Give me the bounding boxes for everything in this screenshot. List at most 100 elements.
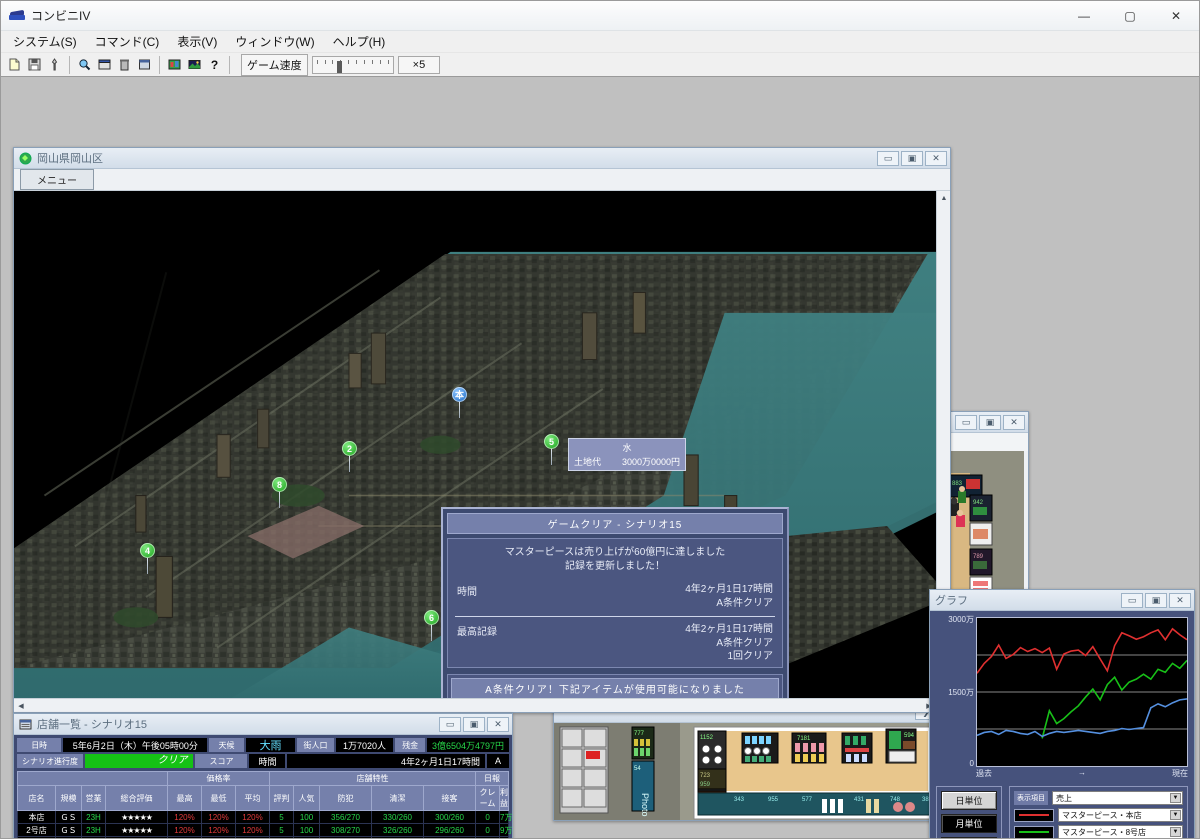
menu-help[interactable]: ヘルプ(H) (325, 30, 394, 53)
graph-close-button[interactable]: ✕ (1169, 592, 1191, 608)
game-speed-slider[interactable] (311, 55, 394, 74)
maximize-button[interactable]: ▢ (1107, 1, 1153, 31)
menu-window[interactable]: ウィンドウ(W) (227, 30, 322, 53)
table-cell: 23H (81, 823, 106, 837)
col-profit[interactable]: 利益 (499, 785, 509, 811)
store-view-window-a[interactable]: ▭ ▣ ✕ 883 942 789 (947, 411, 1029, 607)
trash-icon[interactable] (115, 55, 134, 74)
map-close-button[interactable]: ✕ (925, 150, 947, 166)
window-icon[interactable] (135, 55, 154, 74)
close-button[interactable]: ✕ (1153, 1, 1199, 31)
minimize-button[interactable]: — (1061, 1, 1107, 31)
list-minimize-button[interactable]: ▭ (439, 716, 461, 732)
store-b-interior: 777 54 Photo 1152 723 959 7181 594 343 9… (554, 723, 940, 820)
unit-button-year[interactable]: 年単位 (941, 837, 997, 838)
list-titlebar[interactable]: 店舗一覧 - シナリオ15 ▭ ▣ ✕ (14, 714, 512, 735)
graph-minimize-button[interactable]: ▭ (1121, 592, 1143, 608)
map-pin-stem-honten (459, 402, 460, 418)
series-select-2[interactable]: マスターピース・8号店 ▼ (1058, 825, 1183, 838)
col-rating[interactable]: 総合評価 (105, 785, 168, 811)
graph-maximize-button[interactable]: ▣ (1145, 592, 1167, 608)
store-a-maximize-button[interactable]: ▣ (979, 414, 1001, 430)
help-icon[interactable]: ? (205, 55, 224, 74)
graph-window[interactable]: グラフ ▭ ▣ ✕ 3000万 1500万 0 過去 → 現在 日単位 月単位 … (929, 589, 1195, 838)
table-row[interactable]: 2号店 ＧＳ 23H ★★★★★ 120% 120% 120% 5 100 308/270 326/… (17, 823, 512, 837)
table-cell: 0 (475, 823, 501, 837)
table-row[interactable]: 3号店ＧＳ23H★★★★★120%120%120%5100302/270299/… (17, 836, 509, 838)
unit-button-day[interactable]: 日単位 (941, 791, 997, 810)
game-clear-dialog[interactable]: ゲームクリア - シナリオ15 マスターピースは売り上げが60億円に達しました … (441, 507, 789, 712)
menu-system[interactable]: システム(S) (5, 30, 85, 53)
store-a-titlebar[interactable]: ▭ ▣ ✕ (948, 412, 1028, 433)
map-window[interactable]: 岡山県岡山区 ▭ ▣ ✕ メニュー 水 土地代 3000万0000円 本 2 8… (13, 147, 951, 713)
map-minimize-button[interactable]: ▭ (877, 150, 899, 166)
map-titlebar[interactable]: 岡山県岡山区 ▭ ▣ ✕ (14, 148, 950, 169)
tooltip-value: 3000万0000円 (621, 457, 680, 467)
series-select-1[interactable]: マスターピース・本店 ▼ (1058, 808, 1183, 822)
map-pin-honten[interactable]: 本 (452, 387, 467, 402)
dialog-best-row: 最高記録 4年2ヶ月1日17時間 A条件クリア 1回クリア (451, 623, 779, 664)
map-pin-2[interactable]: 2 (342, 441, 357, 456)
col-claims[interactable]: クレーム (475, 785, 501, 811)
table-row[interactable]: 本店 ＧＳ 23H ★★★★★ 120% 120% 120% 5 100 356/270 330/2… (17, 810, 512, 824)
store-view-window-b[interactable]: ❯ 777 (553, 701, 941, 821)
col-size[interactable]: 規模 (55, 785, 82, 811)
tool-icon[interactable] (45, 55, 64, 74)
store-a-canvas[interactable]: 883 942 789 (948, 433, 1028, 606)
map-maximize-button[interactable]: ▣ (901, 150, 923, 166)
table-cell: 356/270 (319, 810, 373, 824)
col-name[interactable]: 店名 (17, 785, 56, 811)
map-scroll-up-icon[interactable]: ▲ (937, 191, 950, 205)
col-max[interactable]: 最高 (167, 785, 202, 811)
store-a-close-button[interactable]: ✕ (1003, 414, 1025, 430)
chevron-down-icon[interactable]: ▼ (1170, 793, 1181, 803)
status-row-1: 日時 5年6月2日（木）午後05時00分 天候 大雨 街人口 1万7020人 残… (17, 738, 509, 752)
store-b-canvas[interactable]: 777 54 Photo 1152 723 959 7181 594 343 9… (554, 723, 940, 820)
table-cell: 120% (234, 823, 271, 837)
svg-text:883: 883 (952, 481, 963, 487)
unit-button-month[interactable]: 月単位 (941, 814, 997, 833)
col-min[interactable]: 最低 (201, 785, 236, 811)
chevron-down-icon[interactable]: ▼ (1170, 827, 1181, 837)
new-document-icon[interactable] (5, 55, 24, 74)
search-icon[interactable] (75, 55, 94, 74)
list-close-button[interactable]: ✕ (487, 716, 509, 732)
map-pin-8[interactable]: 8 (272, 477, 287, 492)
graph-titlebar[interactable]: グラフ ▭ ▣ ✕ (930, 590, 1194, 611)
table-cell: ＧＳ (55, 836, 82, 838)
col-service[interactable]: 接客 (423, 785, 477, 811)
map-viewport[interactable]: 水 土地代 3000万0000円 本 2 8 5 4 6 ゲームクリア - シナ… (14, 191, 950, 712)
col-clean[interactable]: 清潔 (371, 785, 425, 811)
list-maximize-button[interactable]: ▣ (463, 716, 485, 732)
table-cell: 120% (201, 836, 236, 838)
col-popularity[interactable]: 人気 (293, 785, 321, 811)
store-icon[interactable] (95, 55, 114, 74)
slider-knob[interactable] (336, 60, 342, 73)
map-horizontal-scrollbar[interactable]: ◀ ▶ (14, 698, 936, 712)
map-scroll-left-icon[interactable]: ◀ (14, 699, 28, 712)
display-item-select[interactable]: 売上 ▼ (1052, 791, 1183, 805)
svg-text:Photo: Photo (640, 793, 650, 817)
col-security[interactable]: 防犯 (319, 785, 373, 811)
map-pin-4[interactable]: 4 (140, 543, 155, 558)
sales-line-chart[interactable] (976, 617, 1188, 767)
table-cell: 296/260 (423, 823, 477, 837)
menu-view[interactable]: 表示(V) (169, 30, 225, 53)
save-icon[interactable] (25, 55, 44, 74)
map-icon[interactable] (165, 55, 184, 74)
col-avg[interactable]: 平均 (234, 785, 271, 811)
chevron-down-icon[interactable]: ▼ (1170, 810, 1181, 820)
population-label: 街人口 (297, 738, 334, 752)
map-pin-6[interactable]: 6 (424, 610, 439, 625)
store-a-minimize-button[interactable]: ▭ (955, 414, 977, 430)
list-window-icon (19, 718, 32, 731)
picture-icon[interactable] (185, 55, 204, 74)
col-hours[interactable]: 営業 (81, 785, 106, 811)
table-cell: 120% (167, 810, 202, 824)
date-label: 日時 (17, 738, 62, 752)
menu-command[interactable]: コマンド(C) (87, 30, 168, 53)
store-list-window[interactable]: 店舗一覧 - シナリオ15 ▭ ▣ ✕ 日時 5年6月2日（木）午後05時00分… (13, 713, 513, 838)
map-pin-5[interactable]: 5 (544, 434, 559, 449)
col-reputation[interactable]: 評判 (269, 785, 295, 811)
map-menu-button[interactable]: メニュー (20, 169, 94, 190)
